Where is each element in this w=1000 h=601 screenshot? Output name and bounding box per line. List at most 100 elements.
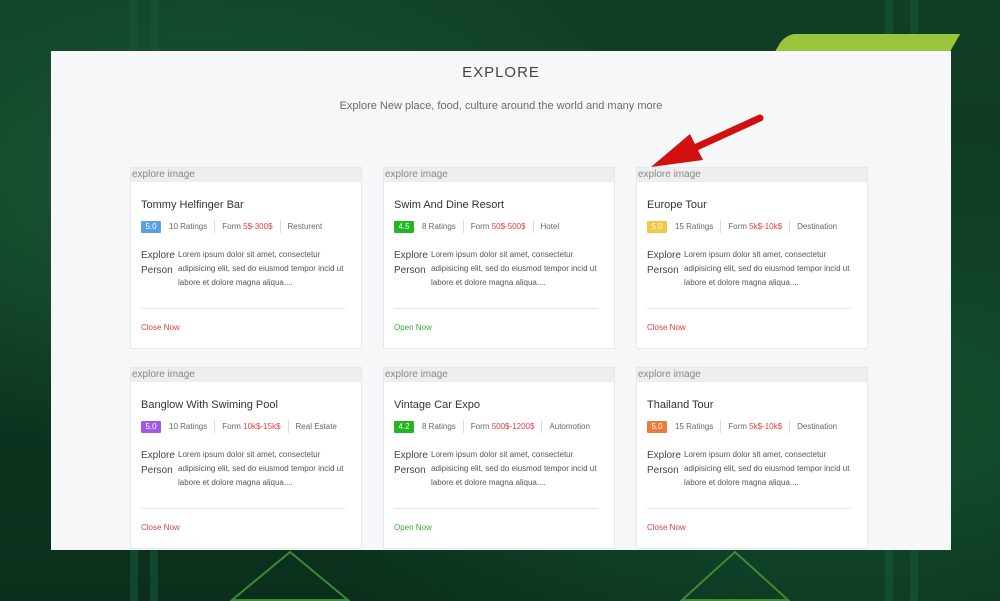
decorative-triangle [680,550,790,601]
price-range: 50$-500$ [491,222,526,231]
card-description-block: Explore Person Lorem ipsum dolor sit ame… [647,248,857,293]
status-label: Open Now [394,323,432,332]
card-meta: 5.0 10 Ratings Form 5$-300$ Resturent [141,220,322,233]
status-label: Close Now [141,323,180,332]
meta-separator [214,220,216,233]
explore-card[interactable]: explore image Tommy Helfinger Bar 5.0 10… [130,167,362,349]
avatar: Explore Person [647,250,681,276]
ratings-count: 8 Ratings [422,422,456,431]
card-meta: 5.0 15 Ratings Form 5k$-10k$ Destination [647,220,837,233]
meta-separator [462,420,464,433]
section-subtitle: Explore New place, food, culture around … [339,100,663,112]
card-meta: 4.2 8 Ratings Form 500$-1200$ Automotion [394,420,590,433]
status-label: Close Now [647,523,686,532]
ratings-count: 15 Ratings [675,422,714,431]
price-prefix: Form [728,222,747,231]
card-image-placeholder: explore image [637,168,867,182]
explore-card[interactable]: explore image Europe Tour 5.0 15 Ratings… [636,167,868,349]
card-divider [394,308,598,309]
card-description: Lorem ipsum dolor sit amet, consectetur … [178,250,344,287]
meta-separator [279,220,281,233]
card-description: Lorem ipsum dolor sit amet, consectetur … [684,250,850,287]
card-description-block: Explore Person Lorem ipsum dolor sit ame… [394,448,604,493]
meta-separator [541,420,543,433]
card-title[interactable]: Thailand Tour [647,399,713,411]
card-meta: 5.0 15 Ratings Form 5k$-10k$ Destination [647,420,837,433]
ratings-count: 10 Ratings [169,222,208,231]
meta-separator [720,420,722,433]
card-description-block: Explore Person Lorem ipsum dolor sit ame… [647,448,857,493]
meta-separator [720,220,722,233]
ratings-count: 10 Ratings [169,422,208,431]
card-description: Lorem ipsum dolor sit amet, consectetur … [431,450,597,487]
meta-separator [214,420,216,433]
card-title[interactable]: Vintage Car Expo [394,399,480,411]
card-title[interactable]: Banglow With Swiming Pool [141,399,278,411]
category-label: Hotel [540,222,560,231]
price-range: 5k$-10k$ [749,222,783,231]
decorative-lime-bar [774,34,961,52]
card-title[interactable]: Tommy Helfinger Bar [141,199,244,211]
card-divider [394,508,598,509]
card-description-block: Explore Person Lorem ipsum dolor sit ame… [394,248,604,293]
explore-card[interactable]: explore image Swim And Dine Resort 4.5 8… [383,167,615,349]
explore-card[interactable]: explore image Thailand Tour 5.0 15 Ratin… [636,367,868,549]
card-image-placeholder: explore image [637,368,867,382]
avatar: Explore Person [394,250,428,276]
meta-separator [462,220,464,233]
rating-badge: 4.2 [394,420,414,433]
price-range: 500$-1200$ [491,422,535,431]
card-description-block: Explore Person Lorem ipsum dolor sit ame… [141,248,351,293]
category-label: Destination [797,422,838,431]
section-title: EXPLORE [462,64,540,81]
card-image-placeholder: explore image [131,168,361,182]
card-description: Lorem ipsum dolor sit amet, consectetur … [684,450,850,487]
price-prefix: Form [470,222,490,231]
explore-section: EXPLORE Explore New place, food, culture… [51,51,951,550]
card-description: Lorem ipsum dolor sit amet, consectetur … [431,250,597,287]
category-label: Real Estate [295,422,337,431]
price-prefix: Form [470,422,490,431]
card-description: Lorem ipsum dolor sit amet, consectetur … [178,450,344,487]
status-label: Close Now [647,323,686,332]
meta-separator [789,420,791,433]
card-image-placeholder: explore image [384,168,614,182]
card-description-block: Explore Person Lorem ipsum dolor sit ame… [141,448,351,493]
card-divider [141,508,345,509]
status-label: Close Now [141,523,180,532]
card-meta: 4.5 8 Ratings Form 50$-500$ Hotel [394,220,559,233]
price-range: 5$-300$ [243,222,273,231]
avatar: Explore Person [141,250,175,276]
rating-badge: 5.0 [141,420,161,433]
avatar: Explore Person [394,450,428,476]
rating-badge: 5.0 [647,420,667,433]
rating-badge: 4.5 [394,220,414,233]
rating-badge: 5.0 [141,220,161,233]
card-divider [141,308,345,309]
price-prefix: Form [222,422,241,431]
category-label: Automotion [549,422,590,431]
avatar: Explore Person [647,450,681,476]
meta-separator [532,220,534,233]
ratings-count: 8 Ratings [422,222,456,231]
explore-card[interactable]: explore image Banglow With Swiming Pool … [130,367,362,549]
card-meta: 5.0 10 Ratings Form 10k$-15k$ Real Estat… [141,420,337,433]
status-label: Open Now [394,523,432,532]
decorative-triangle [230,550,350,601]
ratings-count: 15 Ratings [675,222,714,231]
rating-badge: 5.0 [647,220,667,233]
price-range: 10k$-15k$ [243,422,281,431]
explore-card[interactable]: explore image Vintage Car Expo 4.2 8 Rat… [383,367,615,549]
card-image-placeholder: explore image [131,368,361,382]
avatar: Explore Person [141,450,175,476]
card-title[interactable]: Swim And Dine Resort [394,199,504,211]
price-range: 5k$-10k$ [749,422,783,431]
card-divider [647,308,851,309]
price-prefix: Form [222,222,241,231]
price-prefix: Form [728,422,747,431]
category-label: Resturent [287,222,323,231]
category-label: Destination [797,222,838,231]
card-divider [647,508,851,509]
card-title[interactable]: Europe Tour [647,199,707,211]
card-image-placeholder: explore image [384,368,614,382]
